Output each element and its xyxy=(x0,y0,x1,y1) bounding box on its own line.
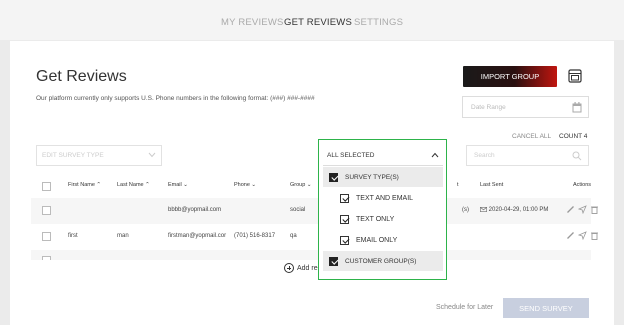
chevron-up-icon xyxy=(431,152,439,158)
schedule-later-link[interactable]: Schedule for Later xyxy=(436,304,493,311)
add-circle-icon xyxy=(284,263,294,273)
add-recipient-label: Add re xyxy=(297,264,318,272)
search-icon xyxy=(572,151,582,161)
edit-icon[interactable] xyxy=(566,205,575,214)
add-recipient-button[interactable]: Add re xyxy=(284,263,318,273)
cell-group: social xyxy=(290,207,306,213)
edit-survey-type-select[interactable]: EDIT SURVEY TYPE xyxy=(36,145,162,166)
option-label: SURVEY TYPE(S) xyxy=(345,173,399,181)
row-actions xyxy=(566,231,599,240)
checkbox-checked xyxy=(329,172,338,182)
cancel-all-link[interactable]: CANCEL ALL xyxy=(512,133,551,140)
th-sent-partial[interactable]: t xyxy=(457,182,459,188)
date-range-input[interactable]: Date Range xyxy=(462,96,589,118)
page-subtitle: Our platform currently only supports U.S… xyxy=(36,95,315,102)
th-phone[interactable]: Phone ⌄ xyxy=(234,182,256,188)
th-email[interactable]: Email ⌄ xyxy=(168,182,188,188)
checkbox-checked xyxy=(340,214,349,224)
row-actions xyxy=(566,205,599,214)
option-email-only[interactable]: EMAIL ONLY xyxy=(323,230,443,250)
last-sent-value: 2020-04-29, 01:00 PM xyxy=(488,207,549,214)
table-row[interactable]: bbbb@yopmail.com social Te (s) 2020-04-2… xyxy=(31,198,598,224)
send-icon[interactable] xyxy=(578,205,587,214)
filter-select[interactable]: ALL SELECTED xyxy=(323,144,443,166)
top-nav: MY REVIEWS GET REVIEWS SETTINGS xyxy=(0,0,624,40)
cell-last-sent: 2020-04-29, 01:00 PM xyxy=(479,206,549,214)
option-label: CUSTOMER GROUP(S) xyxy=(345,257,417,265)
th-actions: Actions xyxy=(573,182,592,188)
chevron-down-icon xyxy=(148,152,156,158)
table-header: First Name ⌃ Last Name ⌃ Email ⌄ Phone ⌄… xyxy=(31,178,591,196)
option-label: EMAIL ONLY xyxy=(356,236,398,244)
oven-icon[interactable] xyxy=(568,69,582,83)
cell-first: first xyxy=(68,233,78,239)
cell-email: bbbb@yopmail.com xyxy=(168,207,222,213)
th-first-name[interactable]: First Name ⌃ xyxy=(68,182,101,188)
edit-icon[interactable] xyxy=(566,231,575,240)
edit-survey-placeholder: EDIT SURVEY TYPE xyxy=(42,152,104,159)
row-checkbox[interactable] xyxy=(42,256,51,260)
table-row[interactable] xyxy=(31,250,591,260)
cell-last: man xyxy=(117,233,129,239)
page-title: Get Reviews xyxy=(36,68,127,85)
th-last-name[interactable]: Last Name ⌃ xyxy=(117,182,150,188)
option-customer-groups[interactable]: CUSTOMER GROUP(S) xyxy=(323,251,443,271)
cell-group: qa xyxy=(290,233,297,239)
option-label: TEXT ONLY xyxy=(356,215,395,223)
send-icon[interactable] xyxy=(578,231,587,240)
option-survey-types[interactable]: SURVEY TYPE(S) xyxy=(323,167,443,187)
table-row[interactable]: first man firstman@yopmail.cor (701) 516… xyxy=(31,224,598,250)
row-checkbox[interactable] xyxy=(42,232,51,241)
cell-sent-partial: (s) xyxy=(462,207,469,213)
calendar-icon[interactable] xyxy=(572,102,582,113)
select-all-checkbox[interactable] xyxy=(42,182,51,191)
trash-icon[interactable] xyxy=(590,231,599,240)
th-group[interactable]: Group ⌄ xyxy=(290,182,311,188)
option-text-only[interactable]: TEXT ONLY xyxy=(323,209,443,229)
tab-settings[interactable]: SETTINGS xyxy=(354,17,403,28)
checkbox-checked xyxy=(329,256,338,266)
row-checkbox[interactable] xyxy=(42,206,51,215)
search-placeholder: Search xyxy=(474,152,495,159)
count-label: COUNT 4 xyxy=(559,133,588,140)
cell-phone: (701) 516-8317 xyxy=(234,233,276,239)
date-range-placeholder: Date Range xyxy=(471,104,506,111)
import-group-button[interactable]: IMPORT GROUP xyxy=(463,66,557,87)
send-survey-button[interactable]: SEND SURVEY xyxy=(503,298,589,318)
checkbox-checked xyxy=(340,235,349,245)
tab-my-reviews[interactable]: MY REVIEWS xyxy=(221,17,284,28)
search-input[interactable]: Search xyxy=(466,145,589,166)
main-card: Get Reviews Our platform currently only … xyxy=(10,41,614,325)
checkbox-checked xyxy=(340,193,349,203)
option-label: TEXT AND EMAIL xyxy=(356,194,414,202)
th-last-sent[interactable]: Last Sent xyxy=(480,182,503,188)
survey-filter-dropdown: ALL SELECTED SURVEY TYPE(S) TEXT AND EMA… xyxy=(318,139,447,280)
trash-icon[interactable] xyxy=(590,205,599,214)
option-text-and-email[interactable]: TEXT AND EMAIL xyxy=(323,188,443,208)
filter-selected-value: ALL SELECTED xyxy=(327,152,375,159)
mail-icon xyxy=(479,206,488,213)
cell-email: firstman@yopmail.cor xyxy=(168,233,227,239)
tab-get-reviews[interactable]: GET REVIEWS xyxy=(284,17,352,28)
